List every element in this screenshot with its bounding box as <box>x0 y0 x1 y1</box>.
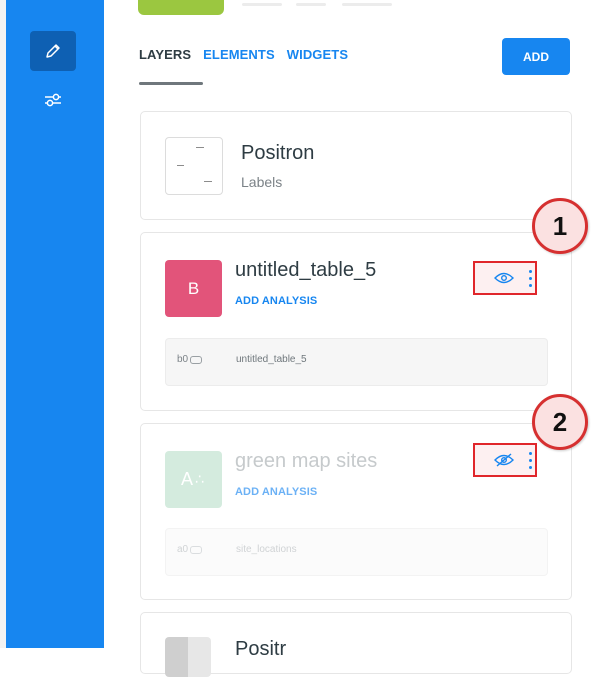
settings-button[interactable] <box>30 80 76 120</box>
basemap-subtitle: Labels <box>241 174 283 190</box>
node-id-label: a0 <box>177 544 189 555</box>
edit-mode-button[interactable] <box>30 31 76 71</box>
layer-title[interactable]: untitled_table_5 <box>235 259 376 282</box>
layer-title[interactable]: green map sites <box>235 450 377 473</box>
layer-letter-badge: A ∴ <box>165 451 222 508</box>
callout-number: 1 <box>532 198 588 254</box>
points-icon: ∴ <box>195 471 206 487</box>
layer-options-button[interactable] <box>527 450 533 472</box>
tab-layers[interactable]: LAYERS <box>139 47 191 62</box>
callout-number: 2 <box>532 394 588 450</box>
layer-letter: A <box>181 469 196 489</box>
basemap-card[interactable]: Positron Labels <box>140 111 572 220</box>
basemap-title: Positron <box>241 142 315 164</box>
toggle-visibility-button[interactable] <box>493 268 515 288</box>
active-tab-indicator <box>139 82 203 85</box>
highlight-box <box>473 261 537 295</box>
eye-icon <box>494 272 514 284</box>
top-color-bar <box>138 0 224 15</box>
basemap-thumbnail <box>165 637 211 677</box>
add-layer-button[interactable]: ADD <box>502 38 570 75</box>
basemap-card-partial[interactable]: Positr <box>140 612 572 677</box>
eye-off-icon <box>494 453 514 467</box>
node-link-icon <box>190 545 203 554</box>
add-analysis-link[interactable]: ADD ANALYSIS <box>235 295 317 307</box>
node-id-label: b0 <box>177 354 189 365</box>
tab-elements[interactable]: ELEMENTS <box>203 47 275 62</box>
add-analysis-link[interactable]: ADD ANALYSIS <box>235 486 317 498</box>
layer-options-button[interactable] <box>527 268 533 290</box>
pencil-icon <box>46 44 60 58</box>
layer-card-hidden[interactable]: A ∴ green map sites ADD ANALYSIS a0 site_… <box>140 423 572 600</box>
source-name: untitled_table_5 <box>236 354 307 365</box>
source-name: site_locations <box>236 544 297 555</box>
panel-tabs: LAYERS ELEMENTS WIDGETS <box>139 47 348 62</box>
layer-card[interactable]: B untitled_table_5 ADD ANALYSIS b0 untit… <box>140 232 572 411</box>
faint-header-text <box>232 0 412 12</box>
node-id: b0 <box>177 354 203 365</box>
tab-widgets[interactable]: WIDGETS <box>287 47 348 62</box>
analysis-source-row[interactable]: a0 site_locations <box>165 528 548 576</box>
highlight-box <box>473 443 537 477</box>
toggle-visibility-button[interactable] <box>493 450 515 470</box>
basemap-title: Positr <box>235 638 287 660</box>
node-id: a0 <box>177 544 203 555</box>
analysis-source-row[interactable]: b0 untitled_table_5 <box>165 338 548 386</box>
basemap-thumbnail <box>165 137 223 195</box>
layer-letter-badge: B <box>165 260 222 317</box>
sliders-icon <box>45 93 61 107</box>
editor-sidebar <box>6 0 104 648</box>
node-link-icon <box>190 355 203 364</box>
